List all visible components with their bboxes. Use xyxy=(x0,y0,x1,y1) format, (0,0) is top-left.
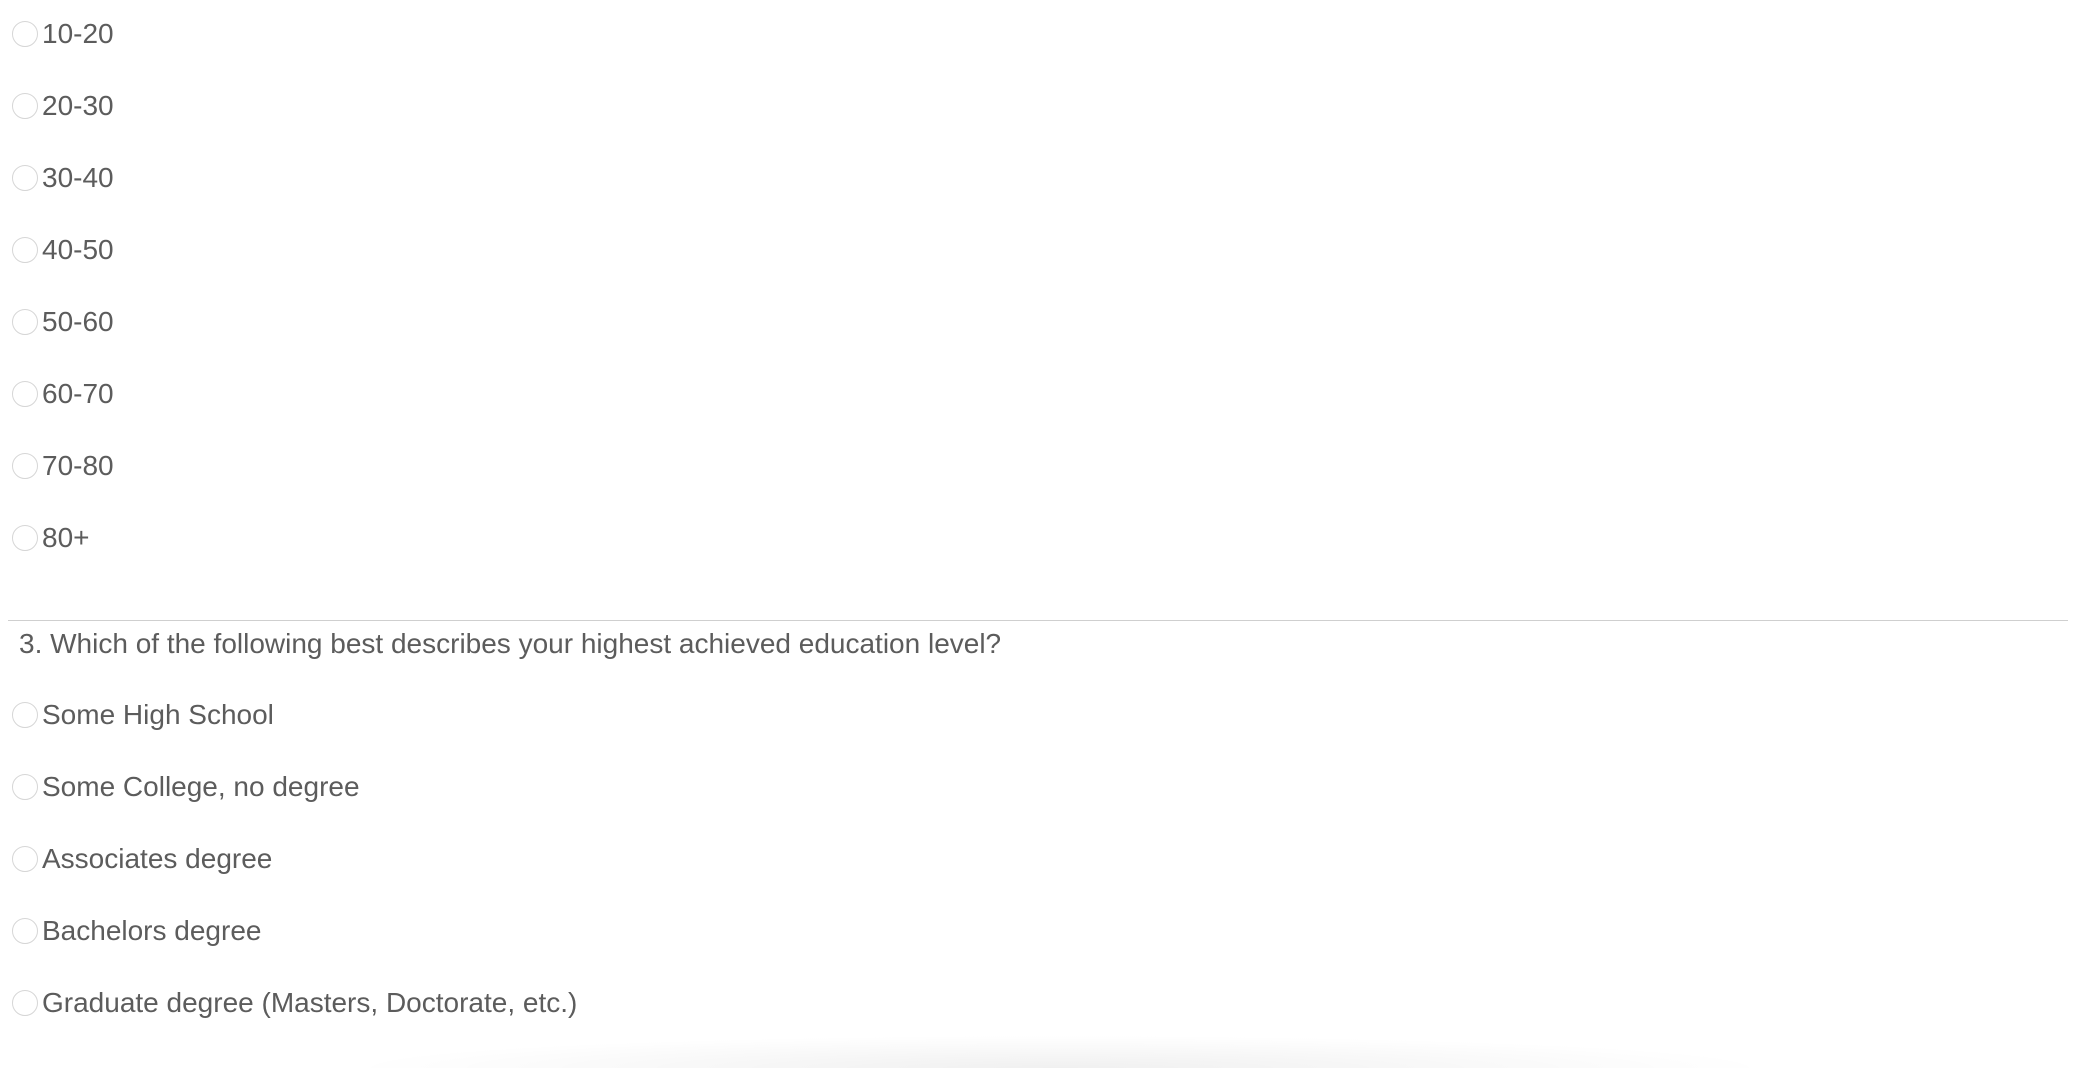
bottom-shadow xyxy=(340,1035,1780,1068)
question-3-text: 3. Which of the following best describes… xyxy=(19,628,1002,659)
option-label: 80+ xyxy=(42,522,90,553)
education-option-graduate[interactable]: Graduate degree (Masters, Doctorate, etc… xyxy=(12,983,577,1023)
radio-button[interactable] xyxy=(12,990,38,1016)
education-option-bachelors[interactable]: Bachelors degree xyxy=(12,911,261,951)
radio-button[interactable] xyxy=(12,453,38,479)
option-label: Bachelors degree xyxy=(42,915,262,946)
option-label: 40-50 xyxy=(42,234,114,265)
radio-button[interactable] xyxy=(12,774,38,800)
age-option-30-40[interactable]: 30-40 xyxy=(12,158,114,198)
education-option-some-college[interactable]: Some College, no degree xyxy=(12,767,360,807)
option-label: Some High School xyxy=(42,699,274,730)
age-option-20-30[interactable]: 20-30 xyxy=(12,86,114,126)
radio-button[interactable] xyxy=(12,237,38,263)
option-label: Graduate degree (Masters, Doctorate, etc… xyxy=(42,987,578,1018)
radio-button[interactable] xyxy=(12,918,38,944)
age-option-70-80[interactable]: 70-80 xyxy=(12,446,114,486)
age-option-50-60[interactable]: 50-60 xyxy=(12,302,114,342)
radio-button[interactable] xyxy=(12,309,38,335)
age-option-10-20[interactable]: 10-20 xyxy=(12,14,114,54)
option-label: 10-20 xyxy=(42,18,114,49)
radio-button[interactable] xyxy=(12,165,38,191)
option-label: 70-80 xyxy=(42,450,114,481)
radio-button[interactable] xyxy=(12,381,38,407)
option-label: 30-40 xyxy=(42,162,114,193)
education-option-associates[interactable]: Associates degree xyxy=(12,839,272,879)
option-label: Some College, no degree xyxy=(42,771,360,802)
education-option-some-high-school[interactable]: Some High School xyxy=(12,695,274,735)
question-divider xyxy=(8,620,2068,621)
option-label: 60-70 xyxy=(42,378,114,409)
option-label: 50-60 xyxy=(42,306,114,337)
option-label: 20-30 xyxy=(42,90,114,121)
age-option-40-50[interactable]: 40-50 xyxy=(12,230,114,270)
radio-button[interactable] xyxy=(12,846,38,872)
age-option-80-plus[interactable]: 80+ xyxy=(12,518,90,558)
radio-button[interactable] xyxy=(12,702,38,728)
survey-page: 10-20 20-30 30-40 40-50 50-60 60-70 70-8… xyxy=(0,0,2074,1068)
radio-button[interactable] xyxy=(12,525,38,551)
radio-button[interactable] xyxy=(12,21,38,47)
option-label: Associates degree xyxy=(42,843,273,874)
radio-button[interactable] xyxy=(12,93,38,119)
age-option-60-70[interactable]: 60-70 xyxy=(12,374,114,414)
